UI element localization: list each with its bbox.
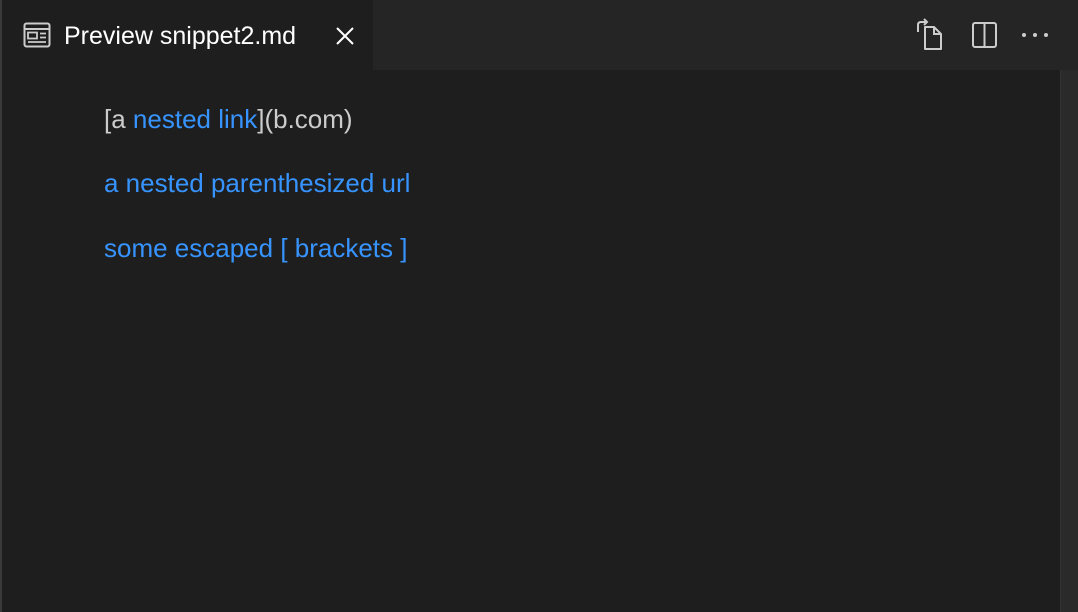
markdown-preview-window: Preview snippet2.md [a nested link](b.co… xyxy=(0,0,1078,612)
bracket-prefix-text: [a xyxy=(104,104,133,134)
parenthesized-url-link[interactable]: a nested parenthesized url xyxy=(104,168,410,198)
paragraph-nested-link: [a nested link](b.com) xyxy=(104,103,353,135)
nested-link[interactable]: nested link xyxy=(133,104,257,134)
bracket-suffix-text: ](b.com) xyxy=(257,104,353,134)
paragraph-escaped-brackets: some escaped [ brackets ] xyxy=(104,232,407,264)
editor-tab-bar: Preview snippet2.md xyxy=(2,0,1078,70)
tab-preview[interactable]: Preview snippet2.md xyxy=(2,0,373,70)
paragraph-parenthesized-url: a nested parenthesized url xyxy=(104,167,410,199)
tab-title: Preview snippet2.md xyxy=(64,22,297,50)
open-source-icon[interactable] xyxy=(914,18,948,52)
preview-icon xyxy=(23,22,51,48)
more-actions-icon[interactable] xyxy=(1017,18,1051,52)
vertical-scrollbar[interactable] xyxy=(1060,70,1078,612)
close-icon[interactable] xyxy=(334,25,356,47)
escaped-brackets-link[interactable]: some escaped [ brackets ] xyxy=(104,233,407,263)
preview-content: [a nested link](b.com) a nested parenthe… xyxy=(2,70,1060,612)
split-editor-icon[interactable] xyxy=(967,18,1001,52)
